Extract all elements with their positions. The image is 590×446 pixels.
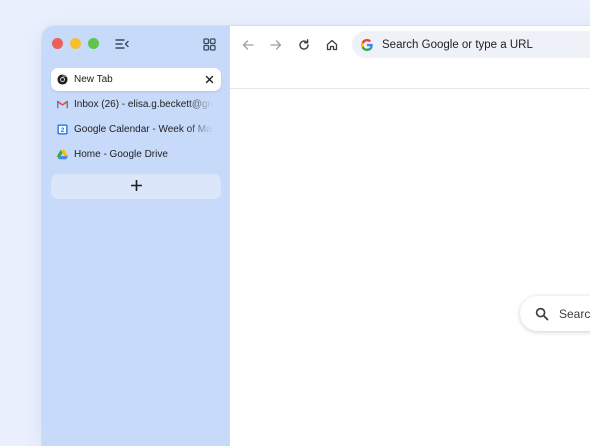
tab-gmail-inbox[interactable]: Inbox (26) - elisa.g.beckett@gmail.com [51, 93, 221, 116]
reload-icon[interactable] [296, 37, 312, 53]
tab-google-drive[interactable]: Home - Google Drive [51, 143, 221, 166]
calendar-icon: 2 [57, 124, 68, 135]
tab-title: Google Calendar - Week of March [74, 124, 213, 135]
collapse-sidebar-icon[interactable] [115, 37, 129, 49]
tab-grid-icon[interactable] [200, 35, 218, 53]
tab-google-calendar[interactable]: 2 Google Calendar - Week of March [51, 118, 221, 141]
forward-arrow-icon[interactable] [268, 37, 284, 53]
close-icon[interactable] [203, 74, 215, 86]
drive-icon [57, 149, 68, 160]
tab-new-tab[interactable]: New Tab [51, 68, 221, 91]
close-window-button[interactable] [52, 38, 63, 49]
gmail-icon [57, 99, 68, 110]
plus-icon [130, 178, 142, 196]
search-box-placeholder: Search Google or type a URL [559, 306, 590, 321]
chrome-icon [57, 74, 68, 85]
search-icon [535, 307, 549, 321]
vertical-tab-sidebar: New Tab Inbox (26) - elisa.g.beckett@gma… [42, 26, 230, 446]
browser-window: New Tab Inbox (26) - elisa.g.beckett@gma… [42, 26, 590, 446]
svg-text:2: 2 [61, 127, 65, 134]
address-bar[interactable]: Search Google or type a URL [352, 31, 590, 58]
address-bar-placeholder: Search Google or type a URL [382, 38, 533, 51]
main-content-area: Search Google or type a URL Search Googl… [230, 26, 590, 446]
browser-toolbar: Search Google or type a URL [230, 26, 590, 89]
home-icon[interactable] [324, 37, 340, 53]
back-arrow-icon[interactable] [240, 37, 256, 53]
google-search-box[interactable]: Search Google or type a URL [520, 296, 590, 331]
zoom-window-button[interactable] [88, 38, 99, 49]
google-g-icon [360, 38, 374, 52]
minimize-window-button[interactable] [70, 38, 81, 49]
tab-title: Inbox (26) - elisa.g.beckett@gmail.com [74, 99, 213, 110]
window-controls [52, 38, 99, 49]
new-tab-button[interactable] [51, 174, 221, 199]
tab-title: Home - Google Drive [74, 149, 168, 160]
tab-title: New Tab [74, 74, 113, 85]
